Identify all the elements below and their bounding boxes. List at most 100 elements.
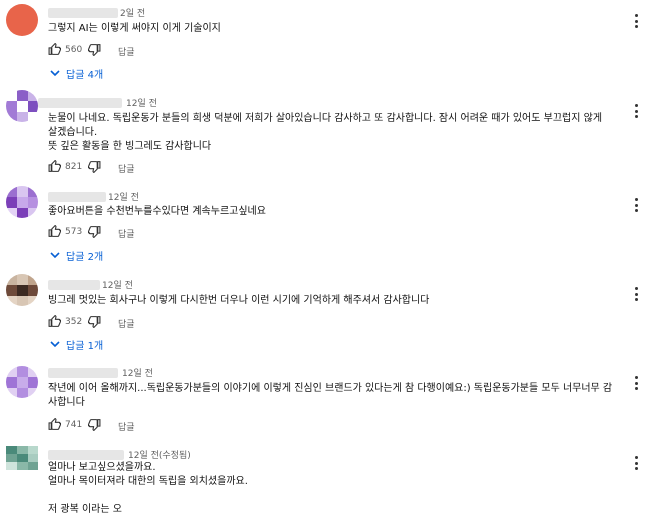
- reply-button[interactable]: 답글: [118, 162, 135, 175]
- avatar-pixel: [6, 377, 17, 388]
- avatar[interactable]: [6, 4, 38, 36]
- more-actions-icon[interactable]: [630, 104, 642, 118]
- avatar-pixel: [6, 112, 17, 122]
- avatar-pixel: [17, 90, 28, 101]
- like-count: 560: [65, 45, 83, 55]
- comment-timestamp[interactable]: 12일 전: [102, 278, 133, 291]
- avatar-pixel: [28, 388, 38, 398]
- avatar-pixel: [28, 186, 38, 197]
- avatar-pixel: [28, 454, 38, 462]
- like-button[interactable]: [48, 160, 61, 173]
- avatar[interactable]: [6, 274, 38, 306]
- view-replies-button[interactable]: 답글 2개: [50, 248, 104, 263]
- thumbs-down-icon: [88, 419, 101, 431]
- avatar-pixel: [6, 366, 17, 377]
- comment-text: 빙그레 멋있는 회사구나 이렇게 다시한번 더우나 이런 시기에 기억하게 해주…: [48, 294, 613, 308]
- comment-timestamp[interactable]: 12일 전: [126, 96, 157, 109]
- avatar-pixel: [28, 377, 38, 388]
- comment-line: 좋아요버튼을 수천번누를수있다면 계속누르고싶네요: [48, 206, 266, 217]
- reply-button[interactable]: 답글: [118, 317, 135, 330]
- comment-timestamp[interactable]: 12일 전: [122, 366, 153, 379]
- more-actions-icon[interactable]: [630, 456, 642, 470]
- replies-count-label: 답글 4개: [66, 69, 104, 81]
- avatar[interactable]: [6, 366, 38, 398]
- avatar[interactable]: [6, 186, 38, 218]
- avatar-pixel: [6, 388, 17, 398]
- avatar-pixel: [6, 454, 17, 462]
- avatar-pixel: [17, 377, 28, 388]
- comment-line: 얼마나 보고싶으셨을까요.: [48, 462, 156, 473]
- author-name-blurred[interactable]: [48, 8, 118, 18]
- comment-line: 얼마나 목이터져라 대한의 독립을 외치셨을까요.: [48, 476, 248, 487]
- comment-actions: 573 답글: [48, 225, 248, 241]
- avatar-pixel: [6, 462, 17, 470]
- more-actions-icon[interactable]: [630, 376, 642, 390]
- like-button[interactable]: [48, 43, 61, 56]
- replies-count-label: 답글 2개: [66, 251, 104, 263]
- dislike-button[interactable]: [88, 43, 101, 56]
- more-actions-icon[interactable]: [630, 198, 642, 212]
- comment-actions: 821 답글: [48, 160, 248, 176]
- thumbs-down-icon: [88, 226, 101, 238]
- comment-timestamp[interactable]: 12일 전(수정됨): [128, 448, 191, 461]
- more-actions-icon[interactable]: [630, 287, 642, 301]
- author-name-blurred[interactable]: [38, 98, 122, 108]
- chevron-down-icon: [50, 341, 60, 348]
- avatar-pixel: [17, 296, 28, 306]
- comment-timestamp[interactable]: 2일 전: [120, 6, 145, 19]
- like-count: 741: [65, 420, 83, 430]
- avatar-pixel: [17, 454, 28, 462]
- dislike-button[interactable]: [88, 418, 101, 431]
- avatar-pixel: [28, 208, 38, 218]
- chevron-down-icon: [50, 70, 60, 77]
- reply-button[interactable]: 답글: [118, 45, 135, 58]
- author-name-blurred[interactable]: [48, 450, 124, 460]
- avatar-pixel: [17, 285, 28, 296]
- author-name-blurred[interactable]: [48, 368, 118, 378]
- avatar-pixel: [28, 446, 38, 454]
- author-name-blurred[interactable]: [48, 280, 100, 290]
- avatar-pixel: [17, 197, 28, 208]
- avatar[interactable]: [6, 446, 38, 470]
- view-replies-button[interactable]: 답글 4개: [50, 66, 104, 81]
- comment-text: 그렇지 AI는 이렇게 써야지 이게 기술이지: [48, 22, 613, 36]
- thumbs-up-icon: [48, 418, 61, 430]
- avatar-pixel: [28, 101, 38, 112]
- comment-line: 저 광복 이라는 오: [48, 504, 122, 515]
- thumbs-down-icon: [88, 161, 101, 173]
- avatar-pixel: [28, 197, 38, 208]
- avatar-pixel: [17, 462, 28, 470]
- author-name-blurred[interactable]: [48, 192, 106, 202]
- more-actions-icon[interactable]: [630, 14, 642, 28]
- comment-line: 작년에 이어 올해까지...독립운동가분들의 이야기에 이렇게 진심인 브랜드가…: [48, 383, 613, 408]
- avatar-pixel: [17, 274, 28, 285]
- view-replies-button[interactable]: 답글 1개: [50, 337, 103, 352]
- comment-line: 빙그레 멋있는 회사구나 이렇게 다시한번 더우나 이런 시기에 기억하게 해주…: [48, 295, 430, 306]
- chevron-down-icon: [50, 252, 60, 259]
- avatar-pixel: [17, 446, 28, 454]
- avatar[interactable]: [6, 90, 38, 122]
- avatar-pixel: [6, 274, 17, 285]
- dislike-button[interactable]: [88, 315, 101, 328]
- reply-button[interactable]: 답글: [118, 227, 135, 240]
- dislike-button[interactable]: [88, 225, 101, 238]
- like-count: 352: [65, 317, 83, 327]
- comment-line: 눈물이 나네요. 독립운동가 분들의 희생 덕분에 저희가 살아있습니다 감사하…: [48, 113, 603, 138]
- avatar-pixel: [28, 366, 38, 377]
- dislike-button[interactable]: [88, 160, 101, 173]
- comment-text: 작년에 이어 올해까지...독립운동가분들의 이야기에 이렇게 진심인 브랜드가…: [48, 382, 613, 410]
- comment-text: 얼마나 보고싶으셨을까요. 얼마나 목이터져라 대한의 독립을 외치셨을까요. …: [48, 461, 613, 517]
- avatar-pixel: [6, 285, 17, 296]
- avatar-pixel: [17, 366, 28, 377]
- comment-actions: 352 답글: [48, 315, 248, 331]
- avatar-pixel: [6, 197, 17, 208]
- like-button[interactable]: [48, 315, 61, 328]
- avatar-pixel: [28, 462, 38, 470]
- reply-button[interactable]: 답글: [118, 420, 135, 433]
- like-button[interactable]: [48, 225, 61, 238]
- comment-line: 뜻 깊은 활동을 한 빙그레도 감사합니다: [48, 141, 212, 152]
- comment-actions: 560 답글: [48, 43, 248, 59]
- comment-timestamp[interactable]: 12일 전: [108, 190, 139, 203]
- like-button[interactable]: [48, 418, 61, 431]
- thumbs-down-icon: [88, 44, 101, 56]
